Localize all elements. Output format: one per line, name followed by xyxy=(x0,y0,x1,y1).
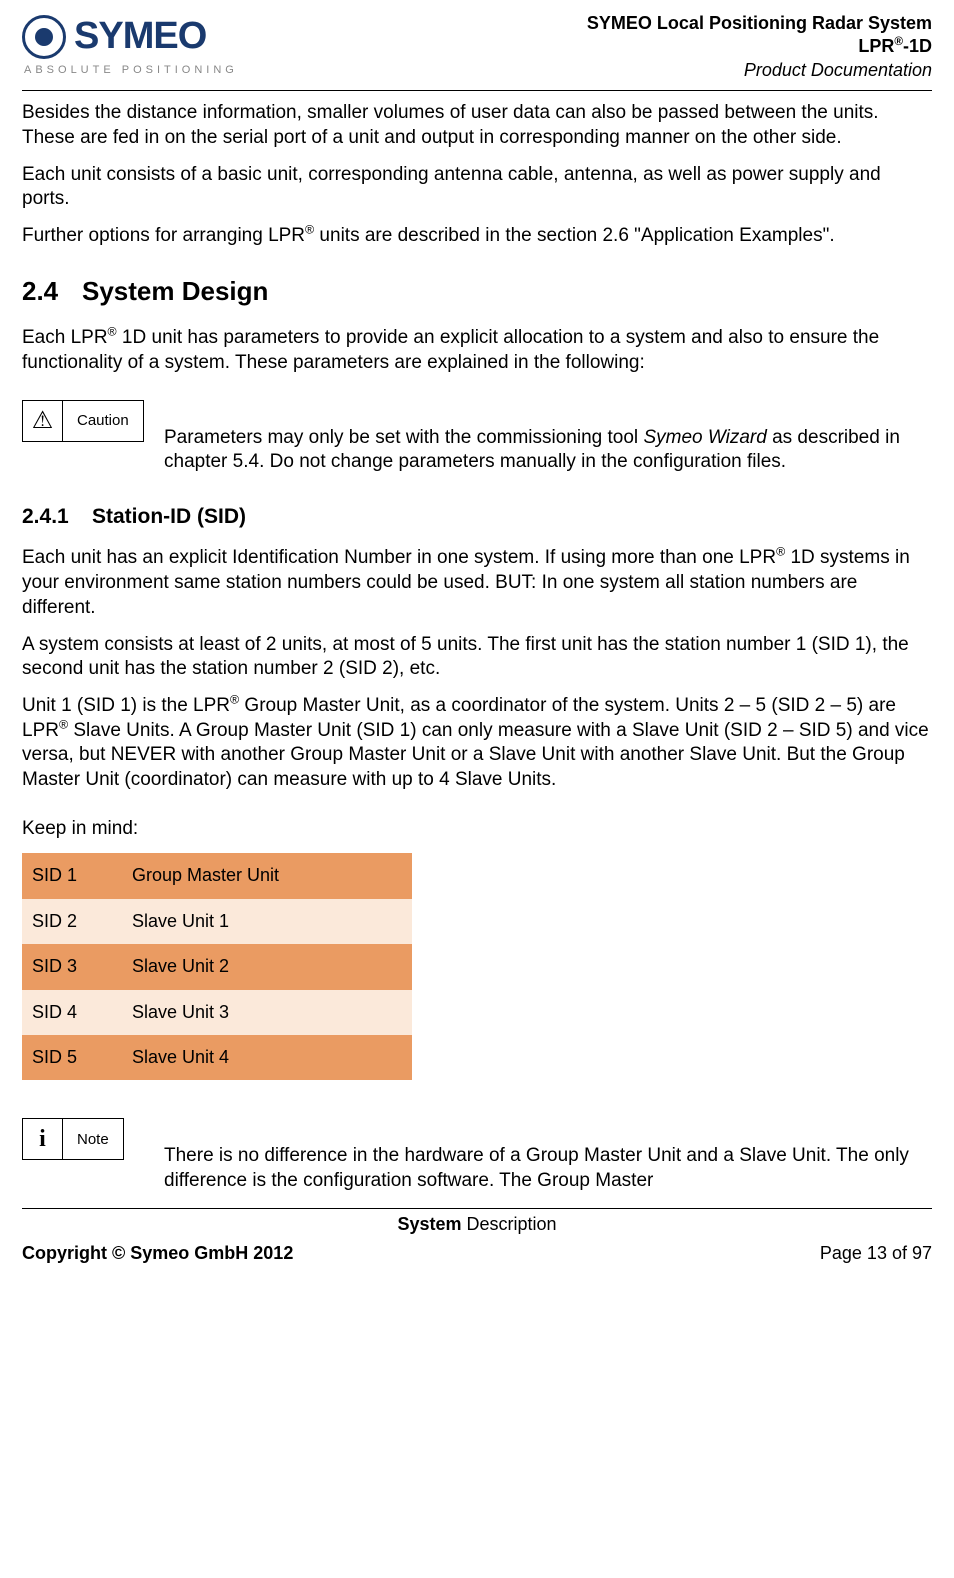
role-cell: Slave Unit 1 xyxy=(122,899,412,944)
footer-center: System Description xyxy=(22,1209,932,1236)
text: Each unit has an explicit Identification… xyxy=(22,547,776,568)
text: Parameters may only be set with the comm… xyxy=(164,427,643,448)
role-cell: Slave Unit 2 xyxy=(122,944,412,989)
reg-mark: ® xyxy=(776,545,785,559)
paragraph: Each unit has an explicit Identification… xyxy=(22,546,932,620)
title2-suffix: -1D xyxy=(903,36,932,56)
title2-prefix: LPR xyxy=(858,36,894,56)
tool-name: Symeo Wizard xyxy=(643,427,766,448)
paragraph: A system consists at least of 2 units, a… xyxy=(22,633,932,682)
doc-title-3: Product Documentation xyxy=(587,59,932,82)
role-cell: Group Master Unit xyxy=(122,853,412,898)
note-label: Note xyxy=(63,1119,123,1159)
note-callout: i Note There is no difference in the har… xyxy=(22,1118,932,1193)
sid-cell: SID 1 xyxy=(22,853,122,898)
text: Unit 1 (SID 1) is the LPR xyxy=(22,695,230,716)
section-number: 2.4.1 xyxy=(22,503,92,530)
heading-2: 2.4System Design xyxy=(22,275,932,309)
table-row: SID 1 Group Master Unit xyxy=(22,853,412,898)
reg-mark: ® xyxy=(305,223,314,237)
header-titles: SYMEO Local Positioning Radar System LPR… xyxy=(587,12,932,82)
note-text: There is no difference in the hardware o… xyxy=(22,1144,932,1193)
heading-text: System Design xyxy=(82,276,268,306)
doc-title-1: SYMEO Local Positioning Radar System xyxy=(587,12,932,35)
paragraph: Besides the distance information, smalle… xyxy=(22,101,932,150)
reg-mark: ® xyxy=(894,35,903,48)
sid-table: SID 1 Group Master Unit SID 2 Slave Unit… xyxy=(22,853,412,1080)
keep-in-mind-label: Keep in mind: xyxy=(22,817,932,842)
text: 1D unit has parameters to provide an exp… xyxy=(22,327,879,373)
table-row: SID 4 Slave Unit 3 xyxy=(22,990,412,1035)
caution-label: Caution xyxy=(63,401,143,441)
role-cell: Slave Unit 3 xyxy=(122,990,412,1035)
text: Each LPR xyxy=(22,327,108,348)
page-content: Besides the distance information, smalle… xyxy=(22,101,932,1193)
page-number: Page 13 of 97 xyxy=(820,1242,932,1265)
reg-mark: ® xyxy=(230,693,239,707)
sid-cell: SID 3 xyxy=(22,944,122,989)
text: units are described in the section 2.6 "… xyxy=(314,225,834,246)
sid-cell: SID 5 xyxy=(22,1035,122,1080)
footer-bold: System xyxy=(397,1214,461,1234)
paragraph: Unit 1 (SID 1) is the LPR® Group Master … xyxy=(22,694,932,793)
paragraph: Each unit consists of a basic unit, corr… xyxy=(22,163,932,212)
paragraph: Each LPR® 1D unit has parameters to prov… xyxy=(22,326,932,375)
table-row: SID 2 Slave Unit 1 xyxy=(22,899,412,944)
copyright: Copyright © Symeo GmbH 2012 xyxy=(22,1242,293,1265)
logo-tagline: ABSOLUTE POSITIONING xyxy=(24,63,238,77)
reg-mark: ® xyxy=(108,325,117,339)
text: Further options for arranging LPR xyxy=(22,225,305,246)
logo-text: SYMEO xyxy=(74,12,206,61)
table-row: SID 5 Slave Unit 4 xyxy=(22,1035,412,1080)
heading-3: 2.4.1Station-ID (SID) xyxy=(22,503,932,530)
sid-cell: SID 2 xyxy=(22,899,122,944)
footer-bottom: Copyright © Symeo GmbH 2012 Page 13 of 9… xyxy=(22,1242,932,1265)
caution-text: Parameters may only be set with the comm… xyxy=(22,426,932,475)
info-icon: i xyxy=(23,1119,63,1159)
note-badge: i Note xyxy=(22,1118,124,1160)
page-header: SYMEO ABSOLUTE POSITIONING SYMEO Local P… xyxy=(22,12,932,91)
reg-mark: ® xyxy=(59,717,68,731)
role-cell: Slave Unit 4 xyxy=(122,1035,412,1080)
logo-icon xyxy=(22,15,66,59)
table-row: SID 3 Slave Unit 2 xyxy=(22,944,412,989)
caution-badge: ⚠ Caution xyxy=(22,400,144,442)
text: Slave Units. A Group Master Unit (SID 1)… xyxy=(22,720,929,790)
logo-block: SYMEO ABSOLUTE POSITIONING xyxy=(22,12,238,78)
sid-cell: SID 4 xyxy=(22,990,122,1035)
section-number: 2.4 xyxy=(22,275,82,309)
heading-text: Station-ID (SID) xyxy=(92,505,246,528)
doc-title-2: LPR®-1D xyxy=(587,35,932,58)
footer-rest: Description xyxy=(462,1214,557,1234)
warning-triangle-icon: ⚠ xyxy=(23,401,63,441)
paragraph: Further options for arranging LPR® units… xyxy=(22,224,932,249)
